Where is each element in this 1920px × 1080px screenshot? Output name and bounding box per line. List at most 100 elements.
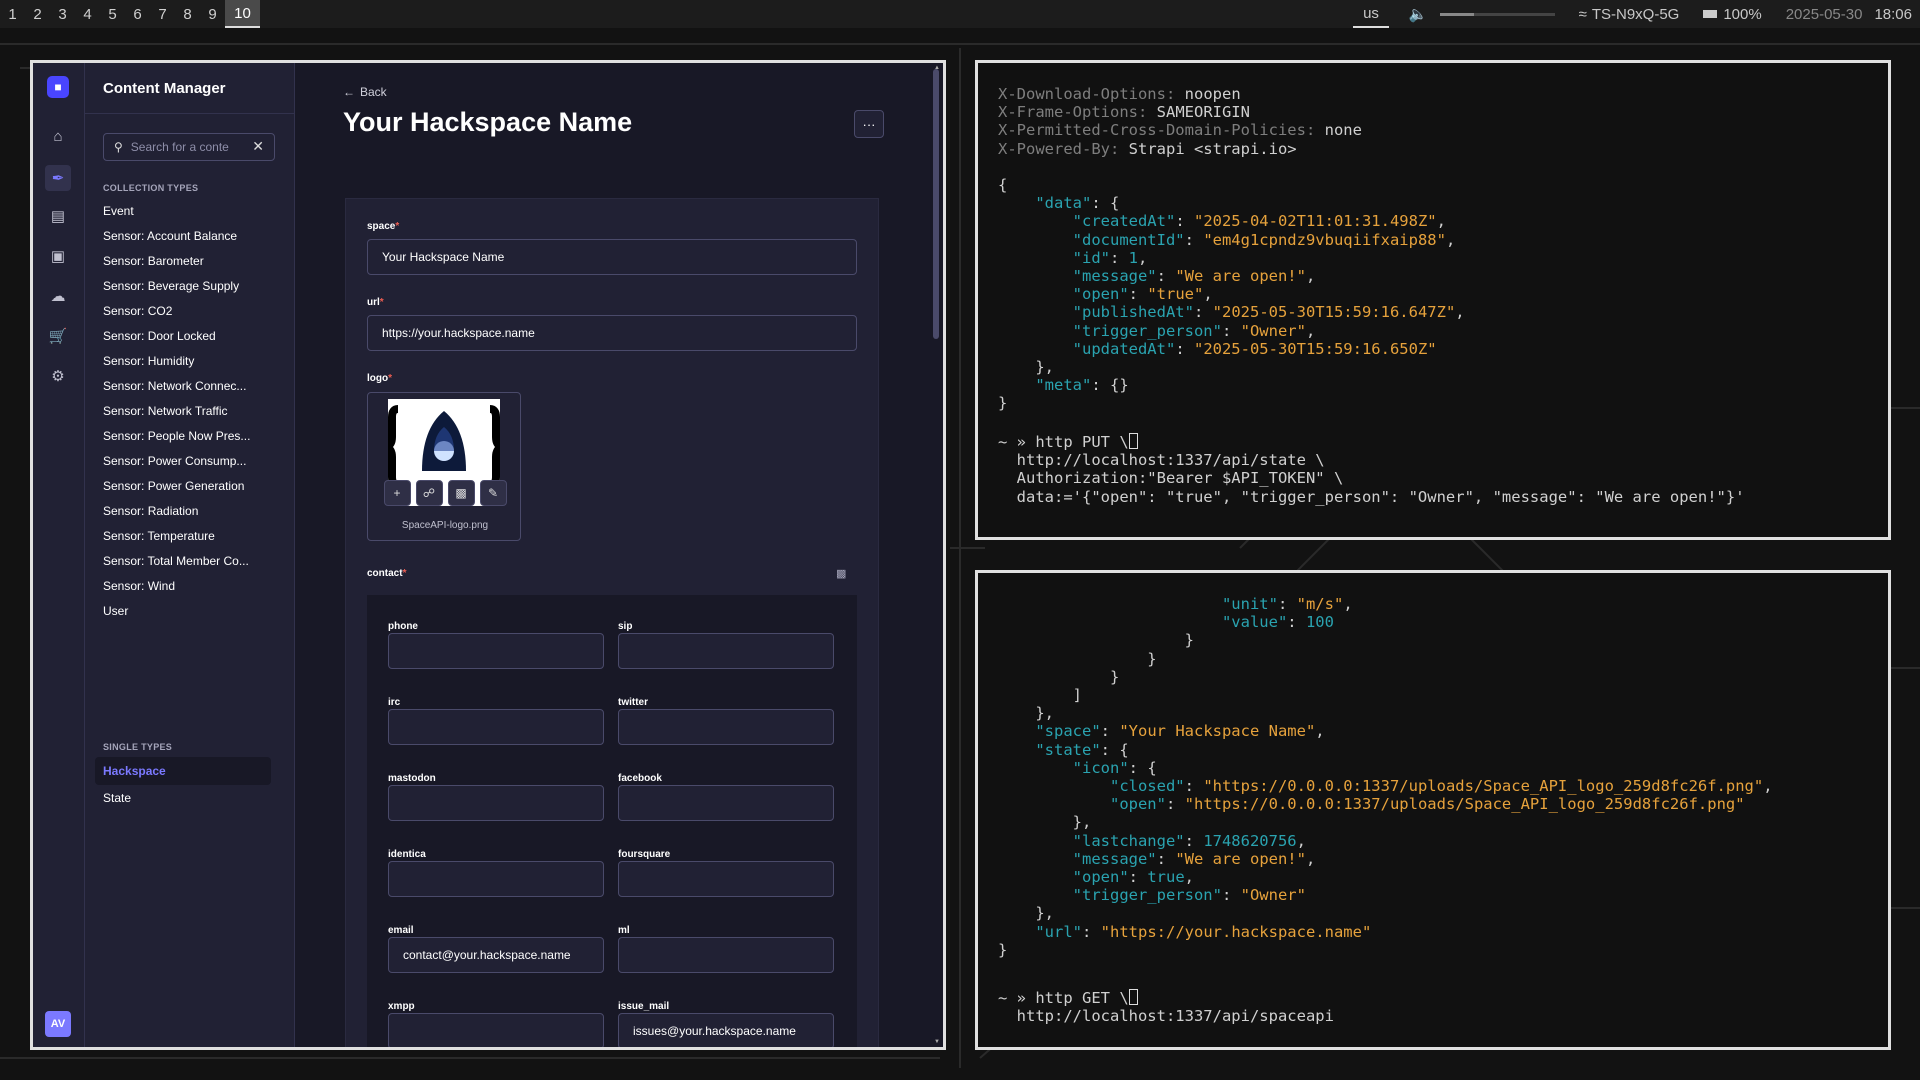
xmpp-label: xmpp: [388, 1001, 415, 1012]
delete-component-icon[interactable]: ▩: [836, 567, 846, 580]
workspace-1[interactable]: 1: [0, 0, 25, 28]
workspace-7[interactable]: 7: [150, 0, 175, 28]
single-types-heading: SINGLE TYPES: [103, 742, 173, 752]
terminal-window-top[interactable]: X-Download-Options: noopen X-Frame-Option…: [975, 60, 1891, 540]
sidebar-item-sensor-power-generation[interactable]: Sensor: Power Generation: [103, 476, 279, 496]
sidebar-item-user[interactable]: User: [103, 601, 279, 621]
json-url: "https://your.hackspace.name": [1100, 922, 1372, 941]
wifi-icon: ≈: [1578, 5, 1587, 23]
volume-level: [1439, 12, 1475, 16]
http-header-value: none: [1324, 121, 1362, 140]
json-publishedAt: "2025-05-30T15:59:16.647Z": [1212, 303, 1456, 322]
sidebar-item-sensor-door-locked[interactable]: Sensor: Door Locked: [103, 326, 279, 346]
xmpp-input[interactable]: [388, 1013, 604, 1047]
irc-input[interactable]: [388, 709, 604, 745]
workspace-10[interactable]: 10: [225, 0, 260, 28]
space-label: space*: [367, 221, 400, 232]
search-icon: ⚲: [114, 140, 123, 154]
irc-label: irc: [388, 697, 401, 708]
sidebar-item-sensor-humidity[interactable]: Sensor: Humidity: [103, 351, 279, 371]
sidebar-item-event[interactable]: Event: [103, 201, 279, 221]
link-icon[interactable]: ☍: [415, 480, 443, 506]
json-response-body: { "data": { "createdAt": "2025-04-02T11:…: [998, 176, 1465, 413]
workspace-6[interactable]: 6: [125, 0, 150, 28]
http-header-value: Strapi <strapi.io>: [1128, 139, 1297, 158]
collection-types-heading: COLLECTION TYPES: [103, 183, 199, 193]
media-library-icon[interactable]: ▤: [47, 205, 69, 227]
workspace-3[interactable]: 3: [50, 0, 75, 28]
logo-media-field[interactable]: + ☍ ▩ ✎ SpaceAPI-logo.png: [367, 392, 521, 541]
sidebar-item-sensor-network-traffic[interactable]: Sensor: Network Traffic: [103, 401, 279, 421]
sidebar-item-sensor-temperature[interactable]: Sensor: Temperature: [103, 526, 279, 546]
more-actions-button[interactable]: ···: [854, 110, 884, 138]
workspace-5[interactable]: 5: [100, 0, 125, 28]
json-id: 1: [1128, 248, 1138, 267]
battery-status: 100%: [1703, 6, 1762, 23]
sidebar-item-sensor-beverage-supply[interactable]: Sensor: Beverage Supply: [103, 276, 279, 296]
json-value: 100: [1305, 613, 1334, 632]
strapi-admin-window[interactable]: ■ ⌂ ✒ ▤ ▣ ☁ 🛒 ⚙ AV Content Manager ⚲ Sea…: [30, 60, 946, 1050]
sidebar-item-sensor-co2[interactable]: Sensor: CO2: [103, 301, 279, 321]
sidebar-item-sensor-radiation[interactable]: Sensor: Radiation: [103, 501, 279, 521]
identica-label: identica: [388, 849, 426, 860]
edit-view: ← Back Your Hackspace Name ··· space* You…: [295, 63, 943, 1047]
sidebar-item-sensor-wind[interactable]: Sensor: Wind: [103, 576, 279, 596]
user-avatar[interactable]: AV: [45, 1011, 71, 1037]
sidebar-item-sensor-network-connec[interactable]: Sensor: Network Connec...: [103, 376, 279, 396]
json-icon-closed: "https://0.0.0.0:1337/uploads/Space_API_…: [1203, 777, 1764, 796]
sidebar-title: Content Manager: [103, 80, 226, 97]
main-nav-rail: ■ ⌂ ✒ ▤ ▣ ☁ 🛒 ⚙ AV: [33, 63, 85, 1047]
scrollbar-thumb[interactable]: [933, 69, 939, 339]
trash-icon[interactable]: ▩: [447, 480, 475, 506]
cart-icon[interactable]: 🛒: [47, 325, 69, 347]
sidebar-item-sensor-power-consump[interactable]: Sensor: Power Consump...: [103, 451, 279, 471]
home-icon[interactable]: ⌂: [47, 125, 69, 147]
back-link[interactable]: ← Back: [343, 85, 387, 99]
url-label: url*: [367, 297, 384, 308]
json-message: "We are open!": [1175, 267, 1306, 286]
settings-icon[interactable]: ⚙: [47, 365, 69, 387]
wifi-status[interactable]: ≈ TS-N9xQ-5G: [1579, 6, 1680, 23]
pencil-icon[interactable]: ✎: [479, 480, 507, 506]
http-header-line: X-Powered-By: Strapi <strapi.io>: [998, 139, 1297, 158]
email-input[interactable]: contact@your.hackspace.name: [388, 937, 604, 973]
feather-icon[interactable]: ✒: [45, 165, 71, 191]
sidebar-item-sensor-total-member-co[interactable]: Sensor: Total Member Co...: [103, 551, 279, 571]
keyboard-layout[interactable]: us: [1353, 0, 1389, 28]
plus-icon[interactable]: +: [383, 480, 411, 506]
phone-input[interactable]: [388, 633, 604, 669]
workspace-9[interactable]: 9: [200, 0, 225, 28]
mastodon-input[interactable]: [388, 785, 604, 821]
foursquare-input[interactable]: [618, 861, 834, 897]
volume-control[interactable]: 🔈: [1409, 5, 1555, 23]
terminal-cursor: [1128, 989, 1138, 1005]
terminal-cursor: [1128, 433, 1138, 449]
sip-input[interactable]: [618, 633, 834, 669]
twitter-input[interactable]: [618, 709, 834, 745]
shell-command-get[interactable]: ~ » http GET \ http://localhost:1337/api…: [998, 989, 1334, 1025]
issue_mail-input[interactable]: issues@your.hackspace.name: [618, 1013, 834, 1047]
sidebar-item-sensor-account-balance[interactable]: Sensor: Account Balance: [103, 226, 279, 246]
workspace-2[interactable]: 2: [25, 0, 50, 28]
facebook-input[interactable]: [618, 785, 834, 821]
search-input[interactable]: ⚲ Search for a conte ✕: [103, 133, 275, 161]
workspace-4[interactable]: 4: [75, 0, 100, 28]
shell-command-put[interactable]: ~ » http PUT \ http://localhost:1337/api…: [998, 433, 1745, 506]
volume-slider[interactable]: [1439, 12, 1555, 16]
sidebar-item-state[interactable]: State: [103, 788, 279, 808]
scroll-down-arrow[interactable]: ▼: [934, 1039, 940, 1045]
terminal-window-bottom[interactable]: "unit": "m/s", "value": 100 } } } ] }, "…: [975, 570, 1891, 1050]
ml-input[interactable]: [618, 937, 834, 973]
sidebar-item-sensor-barometer[interactable]: Sensor: Barometer: [103, 251, 279, 271]
json-trigger-person: "Owner": [1240, 321, 1306, 340]
layout-icon[interactable]: ▣: [47, 245, 69, 267]
sidebar-item-hackspace[interactable]: Hackspace: [95, 757, 271, 785]
workspace-8[interactable]: 8: [175, 0, 200, 28]
sidebar-item-sensor-people-now-pres[interactable]: Sensor: People Now Pres...: [103, 426, 279, 446]
cloud-icon[interactable]: ☁: [47, 285, 69, 307]
clear-search-icon[interactable]: ✕: [252, 138, 264, 155]
url-input[interactable]: https://your.hackspace.name: [367, 315, 857, 351]
strapi-logo-icon[interactable]: ■: [47, 76, 69, 98]
space-input[interactable]: Your Hackspace Name: [367, 239, 857, 275]
identica-input[interactable]: [388, 861, 604, 897]
